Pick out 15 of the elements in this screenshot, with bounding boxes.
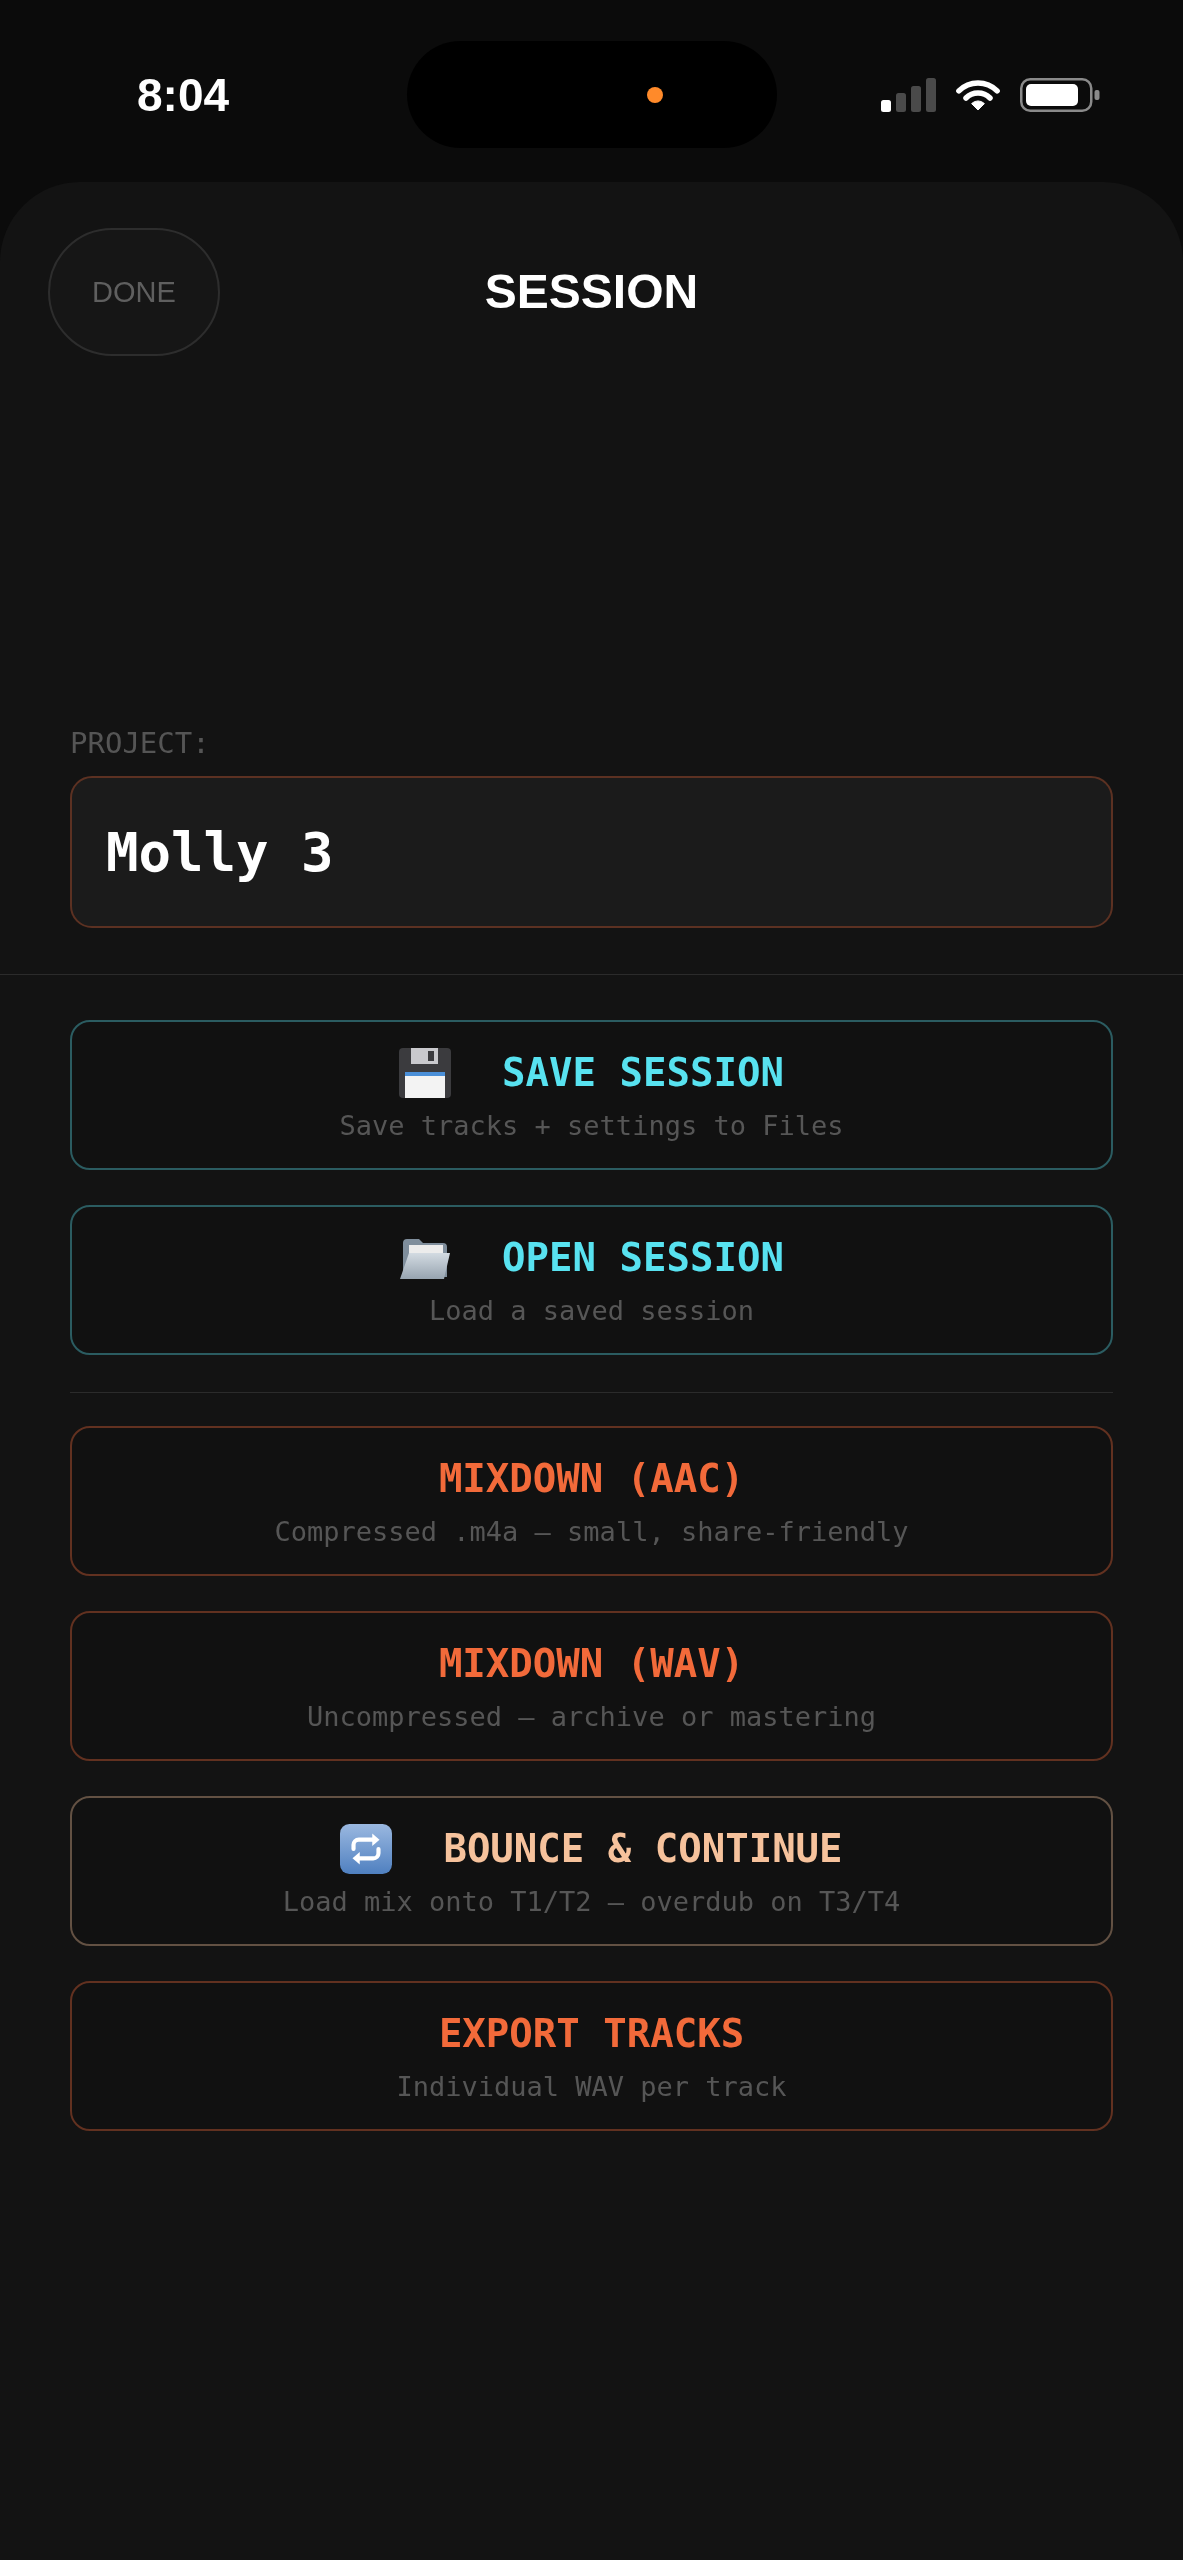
repeat-icon (340, 1824, 393, 1874)
wifi-icon (955, 78, 1001, 111)
battery-icon (1020, 77, 1100, 112)
status-time: 8:04 (137, 71, 230, 118)
field-label: PROJECT: (70, 726, 211, 761)
bounce-button[interactable]: BOUNCE & CONTINUE Load mix onto T1/T2 — overdub on T3/T4 (70, 1796, 1113, 1946)
project-name-field[interactable]: Molly 3 (70, 776, 1113, 928)
screen-title: SESSION (484, 264, 699, 321)
save-button[interactable]: SAVE SESSION Save tracks + settings to Files (70, 1020, 1113, 1170)
signal-icon (881, 77, 936, 112)
indicator-dot-icon (646, 86, 663, 103)
mixdown-button[interactable]: MIXDOWN (WAV) Uncompressed — archive or mastering (70, 1611, 1113, 1761)
export-button[interactable]: EXPORT TRACKS Individual WAV per track (70, 1981, 1113, 2131)
mixdown-button[interactable]: MIXDOWN (AAC) Compressed .m4a — small, share-friendly (70, 1426, 1113, 1576)
open-button[interactable]: OPEN SESSION Load a saved session (70, 1205, 1113, 1355)
